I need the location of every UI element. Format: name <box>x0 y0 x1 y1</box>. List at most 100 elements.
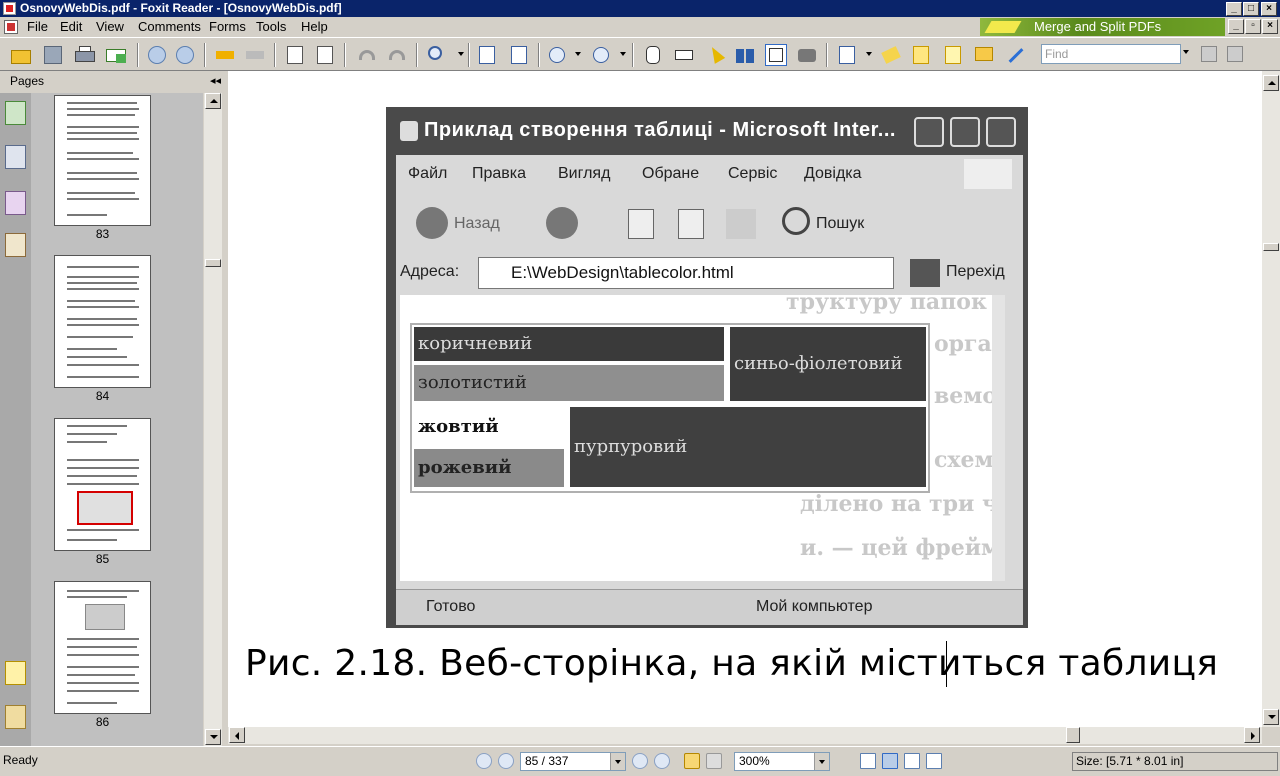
highlight-icon[interactable] <box>880 44 902 66</box>
find-previous-icon[interactable] <box>1198 43 1220 65</box>
pages-tab[interactable]: Pages <box>0 71 226 91</box>
continuous-facing-icon[interactable] <box>926 753 942 769</box>
zoom-out-icon[interactable] <box>546 44 568 66</box>
collapse-panel-icon[interactable]: ◂◂ <box>210 74 221 87</box>
back-arrow-icon[interactable] <box>214 44 236 66</box>
layers-icon[interactable] <box>5 191 26 215</box>
zoom-field[interactable]: 300% <box>734 752 830 771</box>
continuous-page-icon[interactable] <box>882 753 898 769</box>
insert-pages-icon[interactable] <box>314 44 336 66</box>
find-dropdown-arrow[interactable] <box>1183 50 1189 54</box>
page-dropdown-arrow[interactable] <box>610 753 625 770</box>
document-vertical-scrollbar[interactable] <box>1262 71 1280 727</box>
forward-arrow-icon[interactable] <box>244 44 266 66</box>
menu-forms[interactable]: Forms <box>209 19 246 35</box>
menu-tools[interactable]: Tools <box>256 19 286 35</box>
snapshot-camera-icon[interactable] <box>796 44 818 66</box>
menu-edit[interactable]: Edit <box>60 19 82 35</box>
zoom-dropdown-arrow[interactable] <box>458 52 464 56</box>
figure-status-right: Мой компьютер <box>756 598 873 615</box>
annotation-icon[interactable] <box>836 44 858 66</box>
scroll-down-button[interactable] <box>205 729 221 745</box>
doc-scroll-thumb[interactable] <box>1263 243 1279 251</box>
signatures-icon[interactable] <box>5 233 26 257</box>
save-icon[interactable] <box>42 44 64 66</box>
figure-cell-purple: пурпуровий <box>570 407 926 487</box>
maximize-button[interactable]: □ <box>1243 2 1259 16</box>
doc-close-button[interactable]: × <box>1262 19 1278 34</box>
thumbnail-page-83[interactable] <box>54 95 151 226</box>
menu-file[interactable]: File <box>27 19 48 35</box>
zoom-plus-dropdown-arrow[interactable] <box>620 52 626 56</box>
zoom-out-dropdown-arrow[interactable] <box>575 52 581 56</box>
attachments-icon[interactable] <box>5 705 26 729</box>
pencil-icon[interactable] <box>910 44 932 66</box>
print-icon[interactable] <box>74 44 96 66</box>
document-horizontal-scrollbar[interactable] <box>228 727 1262 744</box>
scroll-up-button[interactable] <box>205 93 221 109</box>
email-icon[interactable] <box>105 44 127 66</box>
title-bar: OsnovyWebDis.pdf - Foxit Reader - [Osnov… <box>0 0 1280 17</box>
find-binoculars-icon[interactable] <box>734 44 756 66</box>
scroll-thumb[interactable] <box>205 259 221 267</box>
doc-scroll-up-button[interactable] <box>1263 75 1279 91</box>
document-view[interactable]: Приклад створення таблиці - Microsoft In… <box>228 71 1262 727</box>
find-input[interactable]: Find <box>1041 44 1181 64</box>
page-thumbnails: 83 84 85 86 <box>31 93 203 746</box>
extract-pages-icon[interactable] <box>284 44 306 66</box>
open-icon[interactable] <box>10 44 32 66</box>
next-page-icon[interactable] <box>174 44 196 66</box>
history-forward-icon[interactable] <box>706 753 722 769</box>
doc-scroll-left-button[interactable] <box>229 727 245 743</box>
history-back-icon[interactable] <box>684 753 700 769</box>
doc-restore-button[interactable]: ▫ <box>1245 19 1261 34</box>
page-number-label: 85 <box>95 552 110 566</box>
fit-width-icon[interactable] <box>508 44 530 66</box>
zoom-dropdown-arrow-status[interactable] <box>814 753 829 770</box>
last-page-icon[interactable] <box>654 753 670 769</box>
thumbnail-page-85[interactable] <box>54 418 151 551</box>
select-arrow-icon[interactable] <box>704 44 726 66</box>
previous-page-icon[interactable] <box>146 44 168 66</box>
page-number-field[interactable]: 85 / 337 <box>520 752 626 771</box>
select-text-icon[interactable] <box>673 44 695 66</box>
merge-split-banner[interactable]: Merge and Split PDFs <box>980 18 1225 36</box>
single-page-icon[interactable] <box>860 753 876 769</box>
note-icon[interactable] <box>973 44 995 66</box>
typewriter-icon[interactable] <box>765 44 787 66</box>
bookmarks-icon[interactable] <box>5 101 26 125</box>
document-icon[interactable] <box>4 20 18 34</box>
doc-scroll-down-button[interactable] <box>1263 709 1279 725</box>
close-button[interactable]: × <box>1261 2 1277 16</box>
thumbnails-scrollbar[interactable] <box>204 93 222 746</box>
zoom-plus-icon[interactable] <box>590 44 612 66</box>
arrow-tool-icon[interactable] <box>1004 44 1026 66</box>
first-page-icon[interactable] <box>476 753 492 769</box>
annotation-dropdown-arrow[interactable] <box>866 52 872 56</box>
undo-icon[interactable] <box>356 44 378 66</box>
comments-icon[interactable] <box>5 661 26 685</box>
text-cursor <box>946 641 947 687</box>
menu-comments[interactable]: Comments <box>138 19 201 35</box>
prev-page-icon[interactable] <box>498 753 514 769</box>
pages-icon[interactable] <box>5 145 26 169</box>
hand-tool-icon[interactable] <box>642 44 664 66</box>
figure-go-icon <box>910 259 940 287</box>
zoom-in-icon[interactable] <box>426 44 448 66</box>
facing-page-icon[interactable] <box>904 753 920 769</box>
doc-scroll-right-button[interactable] <box>1244 727 1260 743</box>
thumbnail-page-84[interactable] <box>54 255 151 388</box>
text-box-icon[interactable] <box>942 44 964 66</box>
minimize-button[interactable]: _ <box>1226 2 1242 16</box>
find-next-icon[interactable] <box>1224 43 1246 65</box>
fit-page-icon[interactable] <box>476 44 498 66</box>
menu-help[interactable]: Help <box>301 19 328 35</box>
next-page-status-icon[interactable] <box>632 753 648 769</box>
figure-menu-item: Довідка <box>804 165 862 182</box>
thumbnail-page-86[interactable] <box>54 581 151 714</box>
doc-hscroll-thumb[interactable] <box>1066 727 1080 743</box>
menu-view[interactable]: View <box>96 19 124 35</box>
doc-minimize-button[interactable]: _ <box>1228 19 1244 34</box>
figure-cell-yellow: жовтий <box>414 407 564 447</box>
redo-icon[interactable] <box>386 44 408 66</box>
